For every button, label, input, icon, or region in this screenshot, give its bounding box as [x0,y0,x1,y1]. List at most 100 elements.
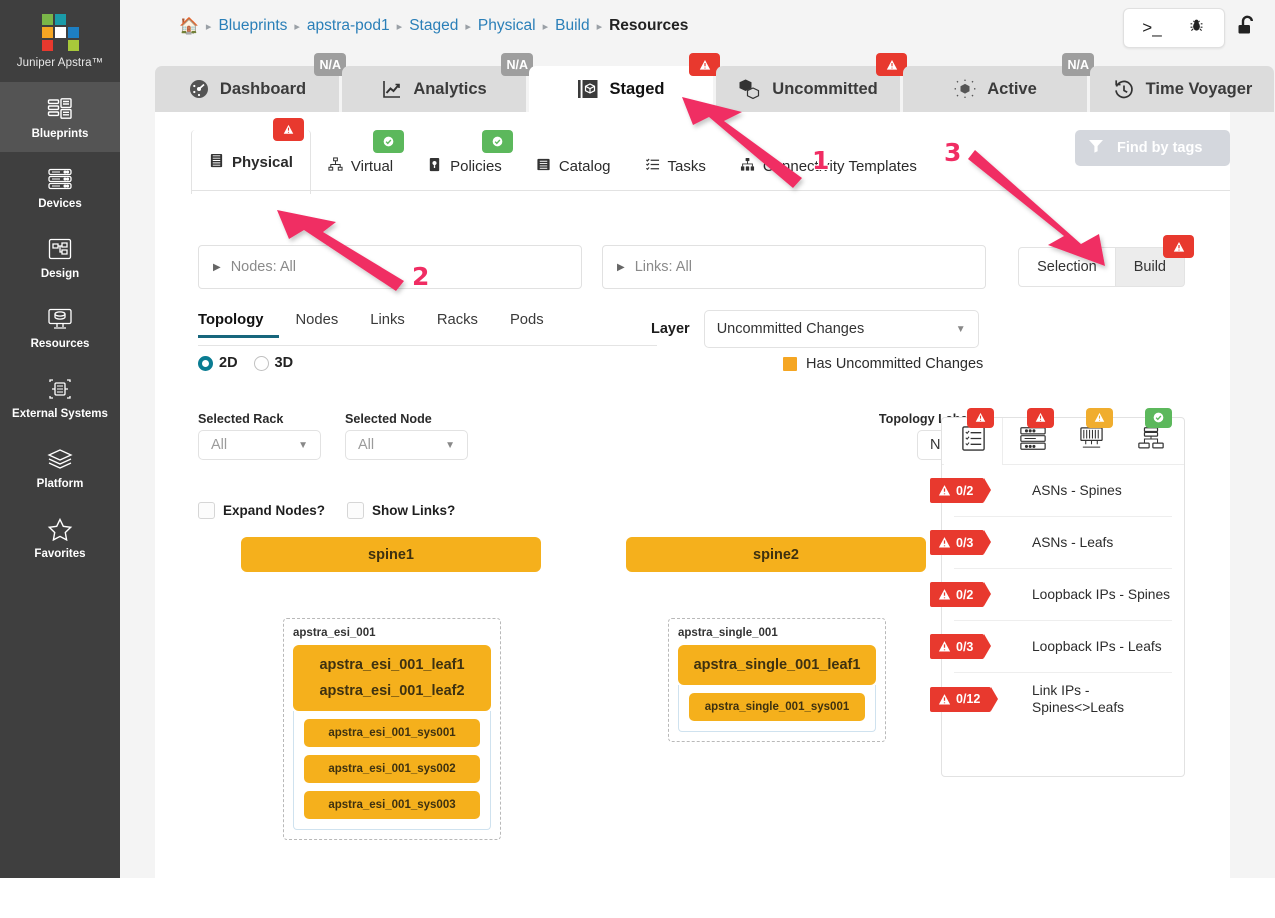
build-row-loopback-leafs[interactable]: 0/3 Loopback IPs - Leafs [930,621,1172,673]
juniper-logo-icon [41,13,79,51]
tab-analytics[interactable]: N/A Analytics [342,53,533,112]
node-apstra-single-001-leaf1[interactable]: apstra_single_001_leaf1 [694,652,861,678]
tab-time-voyager[interactable]: Time Voyager [1090,66,1274,112]
sidebar-item-blueprints[interactable]: Blueprints [0,82,120,152]
design-icon [45,235,75,263]
rack-apstra-single-001[interactable]: apstra_single_001 apstra_single_001_leaf… [668,618,886,742]
subtab-catalog[interactable]: Catalog [519,142,628,190]
build-row-loopback-spines[interactable]: 0/2 Loopback IPs - Spines [930,569,1172,621]
bug-icon[interactable] [1174,17,1218,39]
build-tab-badge-devices [1027,407,1054,428]
main-area: ☆ 🏠 ▸ Blueprints ▸ apstra-pod1 ▸ Staged … [120,0,1275,918]
nodes-filter[interactable]: ▶ Nodes: All [198,245,582,289]
device-icon [1078,426,1105,456]
node-apstra-esi-001-sys001[interactable]: apstra_esi_001_sys001 [304,719,480,747]
clock-rewind-icon [1112,78,1136,100]
sidebar-item-resources[interactable]: Resources [0,292,120,362]
blueprints-icon [45,95,75,123]
build-resource-list: 0/2 ASNs - Spines 0/3 ASNs - Leafs 0/2 L… [930,465,1184,725]
subtab-tasks[interactable]: Tasks [628,142,723,190]
rack-apstra-esi-001[interactable]: apstra_esi_001 apstra_esi_001_leaf1 apst… [283,618,501,840]
breadcrumb-separator: ▸ [596,20,603,33]
subtab-physical[interactable]: Physical [191,118,311,194]
tab-staged[interactable]: Staged [529,53,720,112]
connectivity-icon [740,157,755,176]
catalog-icon [536,157,551,176]
node-apstra-esi-001-leaf2[interactable]: apstra_esi_001_leaf2 [319,678,464,704]
tab-pods[interactable]: Pods [494,312,560,338]
unlock-icon[interactable] [1235,13,1261,44]
build-row-status-chip: 0/2 [930,582,992,607]
tab-topology[interactable]: Topology [198,312,280,338]
sidebar-item-platform[interactable]: Platform [0,432,120,502]
sidebar-label-favorites: Favorites [34,547,86,560]
tab-nodes[interactable]: Nodes [279,312,354,338]
tab-active[interactable]: N/A Active [903,53,1094,112]
subtab-policies[interactable]: Policies [410,130,519,190]
build-tab-devices[interactable] [1003,407,1062,465]
build-row-asns-spines[interactable]: 0/2 ASNs - Spines [930,465,1172,517]
checkbox-expand-nodes[interactable]: Expand Nodes? [198,502,325,519]
tab-racks[interactable]: Racks [421,312,494,338]
legend-label: Has Uncommitted Changes [806,356,984,372]
build-tab-connectivity[interactable] [1121,407,1180,465]
cubes-icon [738,78,762,100]
node-apstra-esi-001-sys002[interactable]: apstra_esi_001_sys002 [304,755,480,783]
tab-selection-label: Selection [1037,259,1097,275]
find-by-tags-button[interactable]: Find by tags [1075,130,1230,166]
build-tab-badge-connectivity [1145,407,1172,428]
chevron-down-icon: ▼ [298,439,308,451]
topology-options: Expand Nodes? Show Links? [198,502,455,519]
terminal-icon[interactable]: >_ [1130,18,1174,38]
breadcrumb-item-staged[interactable]: Staged [409,17,458,35]
build-row-count: 0/3 [956,639,974,654]
annotation-number-1: 1 [812,146,830,175]
layer-select[interactable]: Uncommitted Changes ▼ [703,310,979,348]
build-row-asns-leafs[interactable]: 0/3 ASNs - Leafs [930,517,1172,569]
selected-rack-select[interactable]: All ▼ [198,430,321,460]
node-apstra-esi-001-leaf1[interactable]: apstra_esi_001_leaf1 [319,652,464,678]
topology-tabs-divider [198,345,657,346]
chevron-right-icon: ▶ [617,261,625,273]
radio-2d[interactable]: 2D [198,355,238,371]
tab-uncommitted[interactable]: Uncommitted [716,53,907,112]
tab-selection[interactable]: Selection [1018,247,1116,287]
subtab-label-tasks: Tasks [667,157,706,175]
checkbox-show-links[interactable]: Show Links? [347,502,455,519]
node-spine2[interactable]: spine2 [626,537,926,572]
tab-label-staged: Staged [609,79,665,98]
node-apstra-single-001-sys001[interactable]: apstra_single_001_sys001 [689,693,865,721]
breadcrumb-item-physical[interactable]: Physical [478,17,536,35]
breadcrumb-item-blueprints[interactable]: Blueprints [218,17,287,35]
breadcrumb-item-build[interactable]: Build [555,17,589,35]
tab-label-time-voyager: Time Voyager [1145,79,1253,98]
tab-links[interactable]: Links [354,312,421,338]
sidebar-item-design[interactable]: Design [0,222,120,292]
build-row-count: 0/2 [956,483,974,498]
radio-3d[interactable]: 3D [253,355,293,371]
breadcrumb-item-apstra-pod1[interactable]: apstra-pod1 [307,17,390,35]
sidebar-item-external-systems[interactable]: External Systems [0,362,120,432]
checklist-icon [960,425,987,457]
build-row-count: 0/3 [956,535,974,550]
top-bar: ☆ 🏠 ▸ Blueprints ▸ apstra-pod1 ▸ Staged … [120,0,1275,56]
node-apstra-esi-001-sys003[interactable]: apstra_esi_001_sys003 [304,791,480,819]
build-row-link-ips[interactable]: 0/12 Link IPs - Spines<>Leafs [930,673,1172,725]
subtab-virtual[interactable]: Virtual [311,130,410,190]
resources-icon [45,305,75,333]
breadcrumb-separator: ▸ [294,20,300,33]
node-spine1[interactable]: spine1 [241,537,541,572]
links-filter[interactable]: ▶ Links: All [602,245,986,289]
tab-dashboard[interactable]: N/A Dashboard [155,53,346,112]
build-tab-cabling[interactable] [1062,407,1121,465]
selected-node-select[interactable]: All ▼ [345,430,468,460]
tab-build[interactable]: Build [1115,235,1194,287]
home-icon[interactable]: 🏠 [179,16,199,36]
checkbox-expand-nodes-box [198,502,215,519]
sidebar-label-external-systems: External Systems [12,407,108,420]
active-cube-icon [953,78,977,100]
sidebar-item-favorites[interactable]: Favorites [0,502,120,572]
devices-icon [45,165,75,193]
build-tab-resources[interactable] [944,407,1003,465]
sidebar-item-devices[interactable]: Devices [0,152,120,222]
